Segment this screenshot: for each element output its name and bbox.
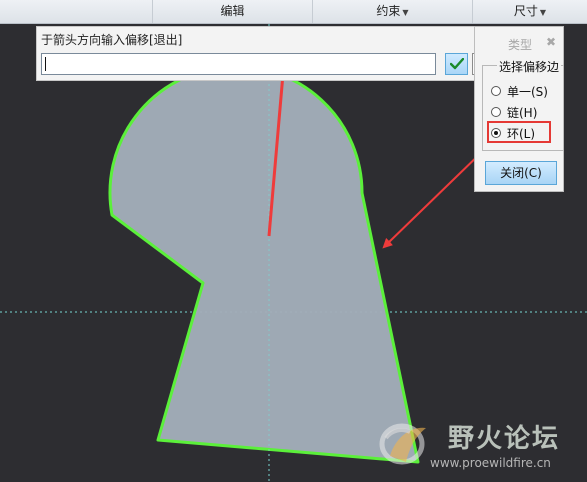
menu-constrain[interactable]: 约束 ▼ <box>312 0 472 23</box>
chevron-down-icon: ▼ <box>402 8 409 17</box>
radio-chain[interactable]: 链(H) <box>491 103 537 121</box>
flame-logo-icon <box>379 423 426 465</box>
radio-single-label: 单一(S) <box>507 84 548 99</box>
loop-option-highlight <box>487 121 551 143</box>
chevron-down-icon: ▼ <box>539 8 547 17</box>
menu-edit[interactable]: 编辑 <box>152 0 312 23</box>
radio-button-icon <box>491 107 501 117</box>
menu-dimension[interactable]: 尺寸 ▼ <box>472 0 587 23</box>
watermark-url: www.proewildfire.cn <box>430 456 551 470</box>
menu-edit-label: 编辑 <box>220 4 245 18</box>
text-cursor <box>45 57 46 71</box>
menu-constrain-label: 约束 <box>376 4 401 18</box>
offset-edge-group-label: 选择偏移边 <box>497 58 562 75</box>
watermark-title: 野火论坛 <box>448 424 561 454</box>
prompt-label: 于箭头方向输入偏移[退出] <box>41 33 183 47</box>
close-panel-button[interactable]: 关闭(C) <box>485 161 557 185</box>
radio-chain-label: 链(H) <box>507 105 538 120</box>
menu-dimension-label: 尺寸 <box>513 4 538 18</box>
checkmark-icon <box>449 58 464 70</box>
radio-single[interactable]: 单一(S) <box>491 82 548 100</box>
top-menu-bar: 编辑 约束 ▼ 尺寸 ▼ <box>0 0 587 24</box>
close-icon[interactable]: ✖ <box>546 35 556 49</box>
offset-value-input[interactable] <box>41 53 436 75</box>
type-panel-header: 类型 ✖ <box>475 27 563 59</box>
watermark: 野火论坛 www.proewildfire.cn <box>376 414 582 476</box>
arrow-to-edge <box>382 147 487 249</box>
offset-type-panel: 类型 ✖ 选择偏移边 单一(S) 链(H) 环(L) 关闭(C) <box>474 26 564 192</box>
radio-button-icon <box>491 86 501 96</box>
type-panel-title: 类型 <box>508 38 533 52</box>
accept-button[interactable] <box>445 53 468 75</box>
close-panel-button-label: 关闭(C) <box>500 166 542 180</box>
sketch-profile[interactable] <box>108 65 420 464</box>
offset-input-dialog: 于箭头方向输入偏移[退出] x <box>36 26 504 81</box>
